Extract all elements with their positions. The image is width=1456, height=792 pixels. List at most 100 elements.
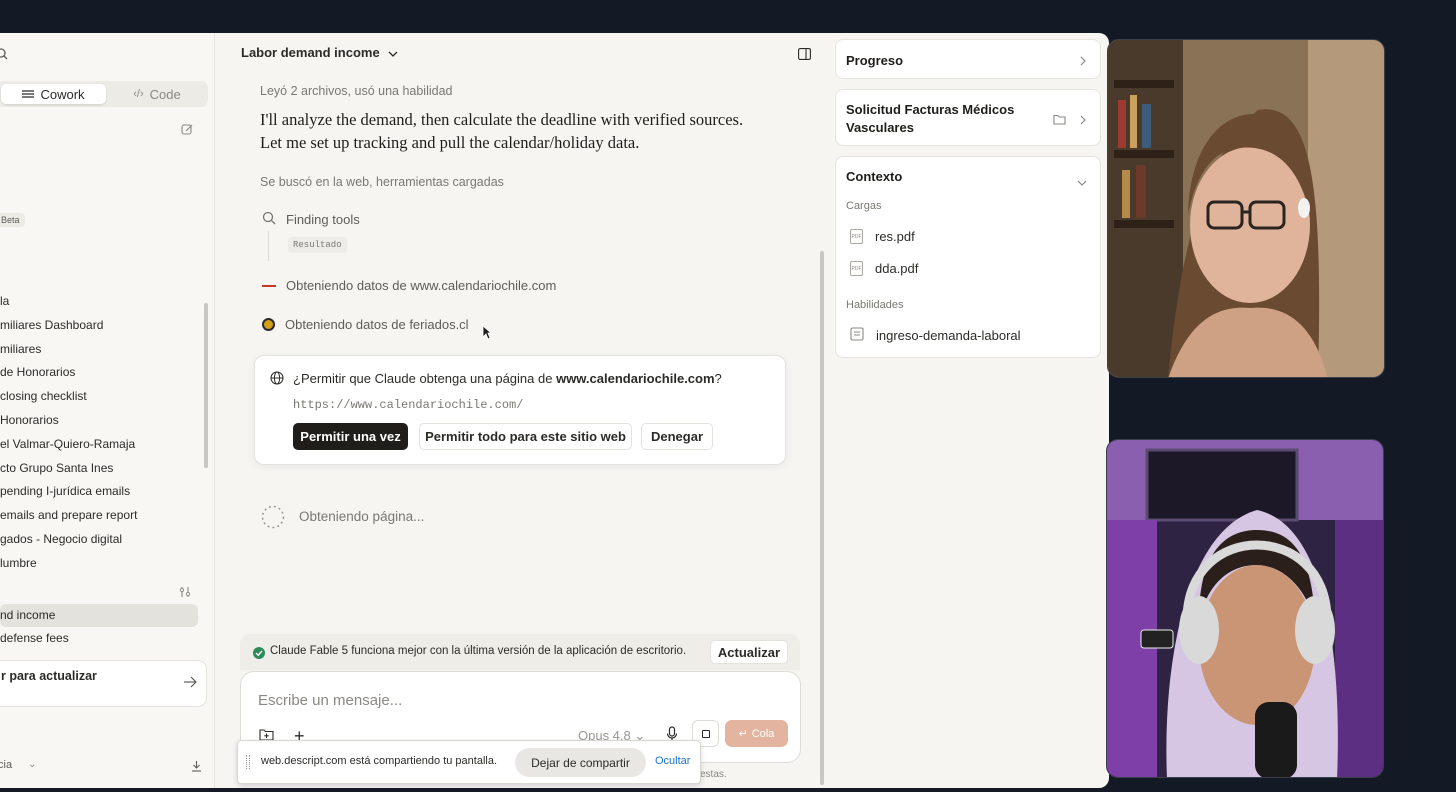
progress-card[interactable]: Progreso — [835, 39, 1101, 79]
progress-title: Progreso — [846, 53, 904, 68]
sidebar-scrollbar[interactable] — [204, 303, 208, 468]
update-notice: Claude Fable 5 funciona mejor con la últ… — [240, 634, 800, 670]
allow-once-button[interactable]: Permitir una vez — [293, 423, 408, 450]
chat-title-dropdown[interactable]: Labor demand income — [241, 45, 398, 60]
update-card[interactable]: r para actualizar — [0, 660, 207, 707]
screen-share-bar: web.descript.com está compartiendo tu pa… — [237, 740, 701, 784]
list-item[interactable]: de Honorarios — [0, 361, 200, 385]
hide-link[interactable]: Ocultar — [655, 755, 690, 767]
list-item[interactable]: defense fees — [0, 627, 198, 650]
folder-icon — [1053, 112, 1066, 130]
uploads-label: Cargas — [846, 200, 882, 212]
drag-handle-icon[interactable] — [246, 755, 250, 769]
check-circle-icon — [253, 646, 265, 664]
sliders-icon — [22, 87, 35, 102]
update-card-label: r para actualizar — [1, 669, 97, 683]
permission-url: https://www.calendariochile.com/ — [293, 398, 524, 412]
permission-domain: www.calendariochile.com — [556, 371, 715, 386]
queue-label: Cola — [751, 727, 775, 740]
activity-summary[interactable]: Leyó 2 archivos, usó una habilidad — [260, 84, 453, 98]
list-item[interactable]: cto Grupo Santa Ines — [0, 457, 200, 481]
list-item-selected[interactable]: nd income — [0, 604, 198, 627]
mode-switch: Cowork ‹/› Code — [0, 81, 208, 107]
tab-cowork-label: Cowork — [40, 86, 85, 102]
queue-button[interactable]: ↵ Cola — [725, 720, 788, 747]
list-item[interactable]: miliares — [0, 338, 200, 362]
tool-step-label: Finding tools — [286, 212, 360, 227]
permission-question: ¿Permitir que Claude obtenga una página … — [293, 371, 722, 386]
site-favicon-icon — [262, 284, 276, 287]
sidebar-footer-label: cia — [0, 759, 13, 771]
file-name: res.pdf — [875, 228, 915, 244]
chat-scrollbar[interactable] — [820, 251, 824, 785]
list-item[interactable]: closing checklist — [0, 385, 200, 409]
deny-button[interactable]: Denegar — [641, 423, 713, 450]
participant-video-2 — [1106, 439, 1384, 778]
chevron-down-icon — [388, 45, 398, 60]
file-item[interactable]: PDF res.pdf — [850, 220, 915, 252]
tab-cowork[interactable]: Cowork — [1, 84, 106, 104]
tab-code-label: Code — [149, 86, 181, 102]
mouse-cursor-icon — [482, 325, 493, 345]
permission-card: ¿Permitir que Claude obtenga una página … — [254, 355, 786, 465]
file-item[interactable]: PDF dda.pdf — [850, 252, 918, 284]
search-icon[interactable] — [0, 47, 8, 65]
skill-book-icon — [850, 326, 864, 344]
skill-name: ingreso-demanda-laboral — [876, 327, 1021, 343]
permission-question-text: ¿Permitir que Claude obtenga una página … — [293, 371, 557, 386]
activity-summary[interactable]: Se buscó en la web, herramientas cargada… — [260, 175, 504, 189]
chevron-down-icon[interactable] — [1077, 173, 1087, 191]
tool-step-fetch[interactable]: Obteniendo datos de www.calendariochile.… — [262, 278, 556, 293]
participant-video-image — [1108, 40, 1384, 377]
tool-step-label: Obteniendo datos de feriados.cl — [285, 317, 469, 332]
folder-title-line: Vasculares — [846, 120, 914, 135]
tool-step-finding-tools[interactable]: Finding tools — [262, 211, 360, 228]
filter-icon[interactable] — [179, 585, 191, 603]
assistant-message-line: Let me set up tracking and pull the cale… — [260, 133, 640, 152]
globe-icon — [270, 371, 284, 390]
skill-item[interactable]: ingreso-demanda-laboral — [850, 319, 1021, 351]
list-item[interactable]: la — [0, 290, 200, 314]
download-icon[interactable] — [191, 759, 202, 777]
beta-badge: Beta — [0, 213, 25, 227]
return-icon: ↵ — [738, 728, 748, 740]
list-item[interactable]: Honorarios — [0, 409, 200, 433]
list-item[interactable]: miliares Dashboard — [0, 314, 200, 338]
context-title[interactable]: Contexto — [846, 169, 902, 184]
panel-toggle-icon[interactable] — [798, 47, 811, 65]
loading-spinner-icon — [261, 505, 285, 534]
loading-text: Obteniendo página... — [299, 509, 425, 524]
list-item[interactable]: pending I-jurídica emails — [0, 480, 200, 504]
context-card: Contexto Cargas PDF res.pdf PDF dda.pdf … — [835, 156, 1101, 358]
folder-card[interactable]: Solicitud Facturas Médicos Vasculares — [835, 89, 1101, 146]
participant-video-image — [1107, 440, 1383, 777]
message-input[interactable]: Escribe un mensaje... — [258, 692, 778, 709]
tab-code[interactable]: ‹/› Code — [111, 84, 203, 104]
pdf-file-icon: PDF — [850, 228, 863, 244]
assistant-message: I'll analyze the demand, then calculate … — [260, 108, 800, 154]
recent-chats-list: la miliares Dashboard miliares de Honora… — [0, 290, 200, 576]
list-item[interactable]: el Valmar-Quiero-Ramaja — [0, 433, 200, 457]
chevron-right-icon — [1080, 53, 1086, 71]
tool-step-fetch[interactable]: Obteniendo datos de feriados.cl — [262, 317, 469, 332]
folder-title: Solicitud Facturas Médicos Vasculares — [846, 101, 1014, 137]
folder-title-line: Solicitud Facturas Médicos — [846, 102, 1015, 117]
new-chat-icon[interactable] — [181, 123, 193, 141]
search-icon — [262, 211, 276, 228]
update-notice-text: Claude Fable 5 funciona mejor con la últ… — [270, 645, 687, 657]
chevron-down-icon[interactable]: ⌄ — [28, 759, 36, 770]
participant-video-1 — [1107, 39, 1385, 378]
update-button[interactable]: Actualizar — [710, 640, 788, 664]
timeline-line — [268, 231, 269, 261]
allow-all-button[interactable]: Permitir todo para este sitio web — [419, 423, 632, 450]
code-icon: ‹/› — [133, 88, 144, 100]
chevron-right-icon — [1080, 112, 1086, 130]
result-chip[interactable]: Resultado — [288, 237, 347, 253]
disclaimer-tail: estas. — [700, 769, 727, 780]
list-item[interactable]: emails and prepare report — [0, 504, 200, 528]
file-name: dda.pdf — [875, 260, 919, 276]
app-window: Cowork ‹/› Code Beta la miliares Dashboa… — [0, 33, 1109, 788]
list-item[interactable]: gados - Negocio digital — [0, 528, 200, 552]
list-item[interactable]: lumbre — [0, 552, 200, 576]
stop-sharing-button[interactable]: Dejar de compartir — [515, 748, 646, 777]
